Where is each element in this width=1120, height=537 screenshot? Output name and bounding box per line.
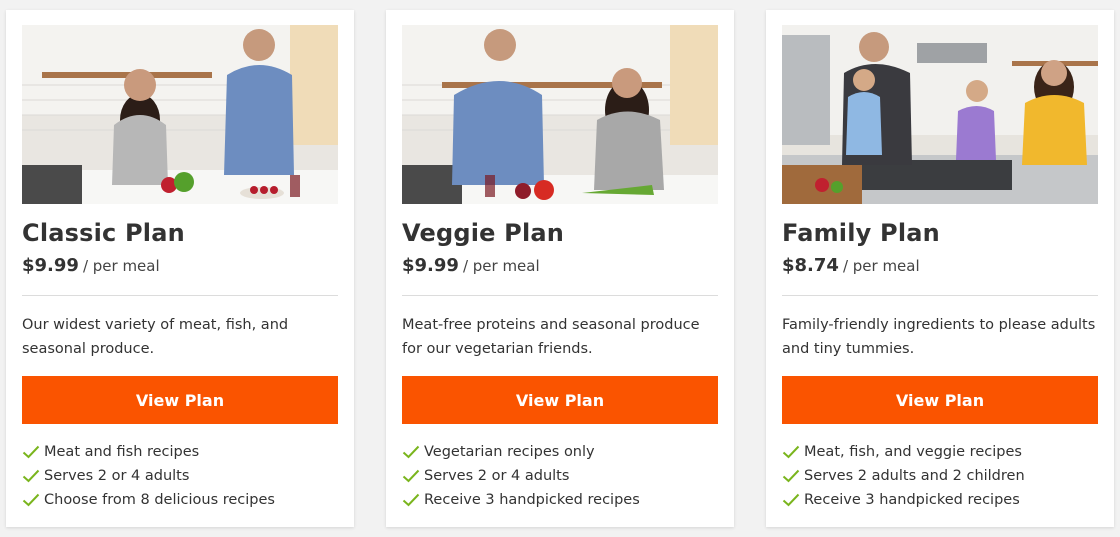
feature-text: Receive 3 handpicked recipes (424, 492, 640, 508)
feature-item: Serves 2 adults and 2 children (782, 464, 1025, 488)
feature-text: Serves 2 or 4 adults (44, 468, 190, 484)
plan-title: Family Plan (782, 219, 940, 247)
feature-text: Vegetarian recipes only (424, 444, 595, 460)
plan-photo-classic (22, 25, 338, 204)
plan-card-classic: Classic Plan $9.99/ per meal Our widest … (6, 10, 354, 527)
price-row: $9.99/ per meal (402, 255, 540, 276)
plan-description: Meat-free proteins and seasonal produce … (402, 317, 700, 357)
per-meal-label: / per meal (842, 257, 920, 275)
plan-price: $9.99 (22, 255, 79, 276)
feature-text: Serves 2 or 4 adults (424, 468, 570, 484)
checkmark-icon (402, 493, 420, 507)
plan-card-family: Family Plan $8.74/ per meal Family-frien… (766, 10, 1114, 527)
per-meal-label: / per meal (462, 257, 540, 275)
divider (22, 295, 338, 296)
plan-description: Family-friendly ingredients to please ad… (782, 317, 1096, 357)
checkmark-icon (402, 469, 420, 483)
plan-price: $8.74 (782, 255, 839, 276)
feature-text: Meat and fish recipes (44, 444, 200, 460)
view-plan-button-classic[interactable]: View Plan (22, 376, 338, 424)
plan-price: $9.99 (402, 255, 459, 276)
price-row: $8.74/ per meal (782, 255, 920, 276)
feature-text: Receive 3 handpicked recipes (804, 492, 1020, 508)
feature-item: Receive 3 handpicked recipes (782, 488, 1025, 512)
feature-list: Vegetarian recipes only Serves 2 or 4 ad… (402, 440, 640, 512)
checkmark-icon (22, 445, 40, 459)
feature-item: Meat and fish recipes (22, 440, 275, 464)
divider (402, 295, 718, 296)
checkmark-icon (782, 493, 800, 507)
checkmark-icon (22, 469, 40, 483)
per-meal-label: / per meal (82, 257, 160, 275)
feature-item: Serves 2 or 4 adults (22, 464, 275, 488)
feature-list: Meat and fish recipes Serves 2 or 4 adul… (22, 440, 275, 512)
price-row: $9.99/ per meal (22, 255, 160, 276)
checkmark-icon (782, 469, 800, 483)
plan-photo-family (782, 25, 1098, 204)
feature-text: Choose from 8 delicious recipes (44, 492, 275, 508)
feature-item: Vegetarian recipes only (402, 440, 640, 464)
view-plan-button-family[interactable]: View Plan (782, 376, 1098, 424)
feature-item: Receive 3 handpicked recipes (402, 488, 640, 512)
feature-item: Choose from 8 delicious recipes (22, 488, 275, 512)
plan-cards: Classic Plan $9.99/ per meal Our widest … (0, 0, 1120, 537)
feature-item: Serves 2 or 4 adults (402, 464, 640, 488)
plan-title: Classic Plan (22, 219, 185, 247)
plan-title: Veggie Plan (402, 219, 565, 247)
feature-text: Serves 2 adults and 2 children (804, 468, 1025, 484)
feature-item: Meat, fish, and veggie recipes (782, 440, 1025, 464)
plan-photo-veggie (402, 25, 718, 204)
plan-description: Our widest variety of meat, fish, and se… (22, 317, 289, 357)
plan-card-veggie: Veggie Plan $9.99/ per meal Meat-free pr… (386, 10, 734, 527)
view-plan-button-veggie[interactable]: View Plan (402, 376, 718, 424)
feature-text: Meat, fish, and veggie recipes (804, 444, 1022, 460)
checkmark-icon (782, 445, 800, 459)
feature-list: Meat, fish, and veggie recipes Serves 2 … (782, 440, 1025, 512)
checkmark-icon (402, 445, 420, 459)
divider (782, 295, 1098, 296)
checkmark-icon (22, 493, 40, 507)
